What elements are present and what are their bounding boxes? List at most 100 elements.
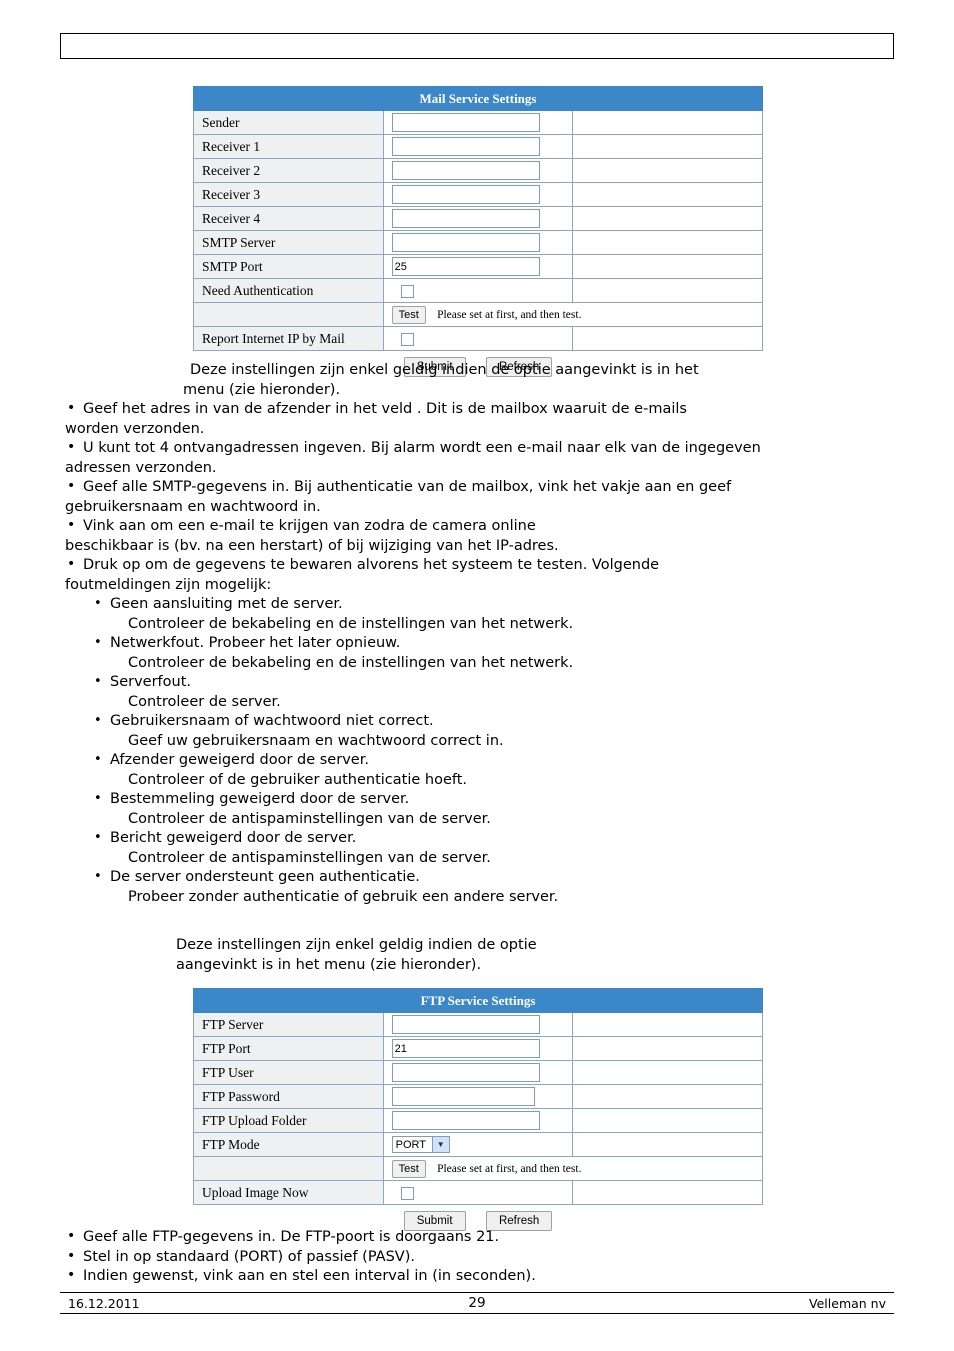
ftp-user-input[interactable]: [391, 1063, 540, 1082]
list-item: De server ondersteunt geen authenticatie…: [92, 867, 892, 907]
table-row: SMTP Server: [193, 230, 763, 255]
ftp-password-input[interactable]: [391, 1087, 535, 1106]
footer-company: Velleman nv: [809, 1296, 886, 1311]
report-ip-label: Report Internet IP by Mail: [193, 326, 384, 351]
spacer-cell: [572, 230, 763, 255]
table-title-row: FTP Service Settings: [193, 988, 763, 1013]
ftp-mode-label: FTP Mode: [193, 1132, 384, 1157]
receiver4-input[interactable]: [391, 209, 540, 228]
ftp-server-label: FTP Server: [193, 1012, 384, 1037]
need-authentication-checkbox[interactable]: [400, 285, 414, 299]
spacer-cell: [572, 206, 763, 231]
mail-settings-title: Mail Service Settings: [193, 86, 763, 111]
ftp-server-field-cell: [382, 1012, 574, 1037]
bullet-line: foutmeldingen zijn mogelijk:: [65, 576, 272, 593]
bullet-line: beschikbaar is (bv. na een herstart) of …: [65, 537, 559, 554]
table-row: Sender: [193, 110, 763, 135]
bullet-line: gebruikersnaam en wachtwoord in.: [65, 498, 321, 515]
table-row: Test Please set at first, and then test.: [193, 1156, 764, 1181]
ftp-service-settings-panel: FTP Service Settings FTP Server FTP Port…: [193, 988, 764, 1231]
ftp-server-input[interactable]: [391, 1015, 540, 1034]
receiver3-field-cell: [382, 182, 574, 207]
table-row: Need Authentication: [193, 278, 763, 303]
spacer-cell: [572, 1180, 763, 1205]
ftp-intro-line2: aangevinkt is in het menu (zie hieronder…: [176, 956, 482, 973]
chevron-down-icon[interactable]: ▼: [431, 1137, 449, 1153]
table-title-row: Mail Service Settings: [193, 86, 763, 111]
list-item: Indien gewenst, vink aan en stel een int…: [65, 1266, 895, 1287]
empty-label-cell: [193, 1156, 384, 1181]
spacer-cell: [572, 326, 763, 351]
ftp-upload-folder-input[interactable]: [391, 1111, 540, 1130]
need-authentication-label: Need Authentication: [193, 278, 384, 303]
sender-input[interactable]: [391, 113, 540, 132]
bullet-line: Druk op om de gegevens te bewaren alvore…: [83, 557, 660, 573]
receiver3-label: Receiver 3: [193, 182, 384, 207]
ftp-settings-title: FTP Service Settings: [193, 988, 763, 1013]
bullet-line: Geef alle SMTP-gegevens in. Bij authenti…: [83, 479, 732, 495]
ftp-mode-select[interactable]: PORT ▼: [391, 1136, 450, 1154]
error-main: Bestemmeling geweigerd door de server.: [110, 791, 410, 807]
error-main: De server ondersteunt geen authenticatie…: [110, 869, 420, 885]
error-sub: Controleer de antispaminstellingen van d…: [128, 810, 491, 827]
bullet-line: worden verzonden.: [65, 420, 205, 437]
table-row: Report Internet IP by Mail: [193, 326, 763, 351]
list-item: Afzender geweigerd door de server. Contr…: [92, 750, 892, 790]
mail-test-button[interactable]: Test: [391, 305, 426, 324]
error-sub: Geef uw gebruikersnaam en wachtwoord cor…: [128, 732, 504, 749]
mail-settings-table: Mail Service Settings Sender Receiver 1 …: [193, 86, 764, 351]
mail-bullet-list: Geef het adres in van de afzender in het…: [65, 399, 895, 595]
ftp-test-note: Please set at first, and then test.: [437, 1162, 582, 1175]
report-internet-ip-checkbox[interactable]: [400, 333, 414, 347]
ftp-intro-paragraph: Deze instellingen zijn enkel geldig indi…: [176, 936, 916, 975]
mail-service-settings-panel: Mail Service Settings Sender Receiver 1 …: [193, 86, 764, 377]
error-sub: Controleer de server.: [128, 693, 281, 710]
receiver2-input[interactable]: [391, 161, 540, 180]
table-row: Upload Image Now: [193, 1180, 763, 1205]
error-main: Bericht geweigerd door de server.: [110, 830, 357, 846]
spacer-cell: [572, 1108, 763, 1133]
receiver2-field-cell: [382, 158, 574, 183]
spacer-cell: [572, 110, 763, 135]
list-item: Geef alle SMTP-gegevens in. Bij authenti…: [65, 477, 895, 517]
ftp-user-label: FTP User: [193, 1060, 384, 1085]
upload-image-now-label: Upload Image Now: [193, 1180, 384, 1205]
receiver4-label: Receiver 4: [193, 206, 384, 231]
receiver3-input[interactable]: [391, 185, 540, 204]
receiver4-field-cell: [382, 206, 574, 231]
list-item: Gebruikersnaam of wachtwoord niet correc…: [92, 711, 892, 751]
bullet-line: adressen verzonden.: [65, 459, 217, 476]
table-row: FTP User: [193, 1060, 763, 1085]
page-footer: 16.12.2011 29 Velleman nv: [60, 1292, 894, 1314]
list-item: Netwerkfout. Probeer het later opnieuw. …: [92, 633, 892, 673]
ftp-user-field-cell: [382, 1060, 574, 1085]
receiver1-label: Receiver 1: [193, 134, 384, 159]
sender-field-cell: [382, 110, 574, 135]
spacer-cell: [572, 278, 763, 303]
ftp-bullet-list: Geef alle FTP-gegevens in. De FTP-poort …: [65, 1227, 895, 1287]
ftp-test-button[interactable]: Test: [391, 1159, 426, 1178]
error-sub: Probeer zonder authenticatie of gebruik …: [128, 888, 559, 905]
spacer-cell: [572, 1132, 763, 1157]
ftp-password-label: FTP Password: [193, 1084, 384, 1109]
upload-image-now-checkbox[interactable]: [400, 1187, 414, 1201]
list-item: Vink aan om een e-mail te krijgen van zo…: [65, 516, 895, 556]
spacer-cell: [572, 1036, 763, 1061]
error-main: Netwerkfout. Probeer het later opnieuw.: [110, 635, 401, 651]
spacer-cell: [572, 182, 763, 207]
upload-image-now-cell: [382, 1180, 574, 1205]
sender-label: Sender: [193, 110, 384, 135]
table-row: Receiver 1: [193, 134, 763, 159]
list-item: Geen aansluiting met de server. Controle…: [92, 594, 892, 634]
smtp-port-field-cell: [382, 254, 574, 279]
table-row: FTP Port: [193, 1036, 763, 1061]
table-row: FTP Server: [193, 1012, 763, 1037]
ftp-port-input[interactable]: [391, 1039, 540, 1058]
need-authentication-cell: [382, 278, 574, 303]
smtp-port-input[interactable]: [391, 257, 540, 276]
smtp-server-input[interactable]: [391, 233, 540, 252]
list-item: Stel in op standaard (PORT) of passief (…: [65, 1247, 895, 1268]
bullet-line: Vink aan om een e-mail te krijgen van zo…: [83, 518, 536, 534]
error-main: Gebruikersnaam of wachtwoord niet correc…: [110, 713, 434, 729]
receiver1-input[interactable]: [391, 137, 540, 156]
